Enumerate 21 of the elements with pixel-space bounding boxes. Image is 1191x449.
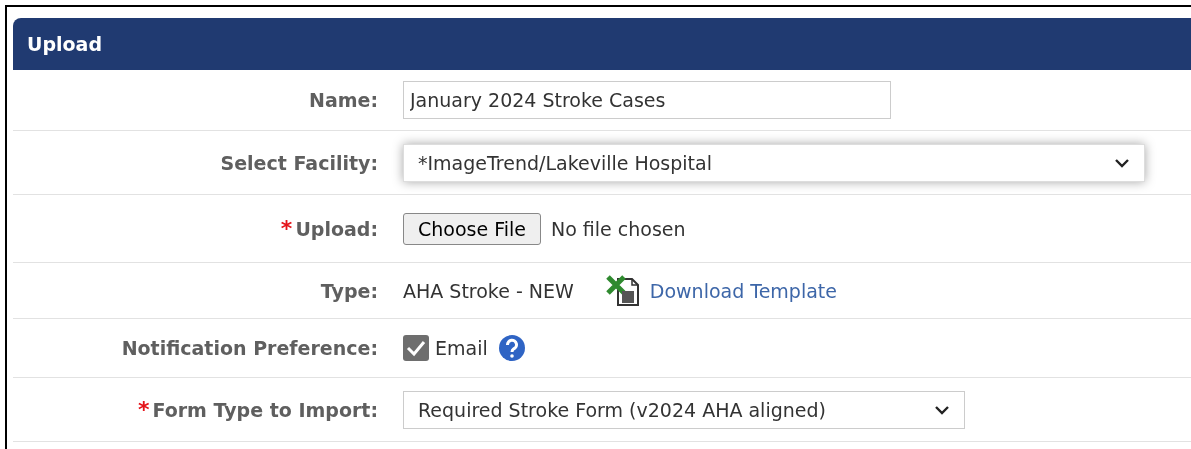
panel-header: Upload (13, 18, 1191, 70)
select-field[interactable]: *ImageTrend/Lakeville Hospital (403, 143, 1145, 182)
field-label: Type: (320, 279, 378, 302)
field-label: Upload: (295, 217, 378, 240)
file-status: No file chosen (551, 217, 686, 240)
caret-icon (934, 404, 950, 415)
required-mark: * (137, 397, 150, 422)
field-label: Notification Preference: (121, 337, 378, 359)
checkbox-label: Email (435, 337, 488, 359)
download-template-link[interactable]: Download Template (649, 279, 837, 302)
email-checkbox[interactable] (403, 335, 429, 361)
field-label: Form Type to Import: (152, 398, 378, 421)
help-icon[interactable] (497, 334, 526, 362)
choose-file-button[interactable]: Choose File (403, 212, 541, 245)
type-value: AHA Stroke - NEW (403, 279, 574, 302)
spreadsheet-icon (605, 274, 640, 307)
select-field[interactable]: Required Stroke Form (v2024 AHA aligned) (403, 390, 965, 429)
field-label: Select Facility: (220, 151, 378, 174)
required-mark: * (280, 216, 293, 241)
field-label: Name: (309, 89, 378, 111)
caret-icon (1114, 157, 1130, 168)
